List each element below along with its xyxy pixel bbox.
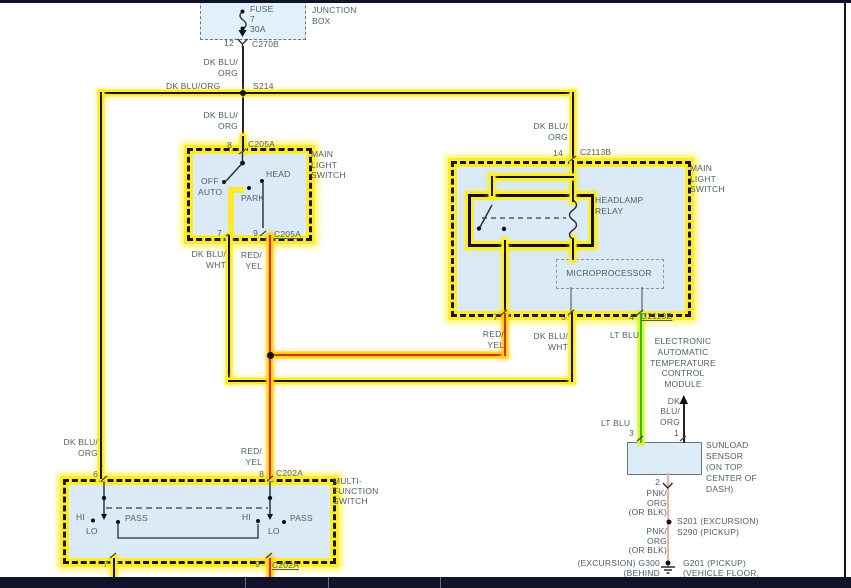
label-dkblu-org-sun: DK BLU/ ORG [660, 396, 680, 427]
mls-left-head: HEAD [266, 169, 291, 179]
wire-dkblu-org-main [100, 92, 574, 94]
pin-12: 12 [224, 38, 234, 48]
ground-g201-label: G201 (PICKUP) [683, 558, 747, 568]
wire-dkblu-org-to-c205a [242, 136, 244, 152]
mls-right-pin-b2: 5 [561, 312, 566, 322]
mfs-hi-right: HI [242, 512, 251, 522]
bottom-bar-separator [328, 577, 329, 588]
mfs-hi-left: HI [76, 512, 85, 522]
wire-red-yel-right-vert [504, 313, 506, 356]
mls-right-pin-top: 14 [553, 148, 563, 158]
mls-right-pin-b1: 7 [493, 312, 498, 322]
sunload-pin-3: 3 [629, 428, 634, 438]
fuse-number: 7 [250, 14, 255, 24]
mls-left-auto: AUTO [198, 187, 223, 197]
mfs-pin-t1: 6 [93, 469, 98, 479]
label-pnk-org-1: PNK/ ORG (OR BLK) [628, 488, 667, 518]
mfs-pin-t2: 8 [259, 469, 264, 479]
bottom-bar-separator [245, 577, 246, 588]
wire-mfs-pin9-out [269, 558, 271, 577]
sunload-pin-2: 2 [655, 477, 660, 487]
connector-c270b: C270B [252, 39, 279, 49]
splice-s290-label: S290 (PICKUP) [677, 527, 740, 537]
mls-left-off: OFF [201, 176, 219, 186]
fuse-label: FUSE [250, 4, 274, 14]
fuse-rating: 30A [250, 24, 266, 34]
mls-left-conn-top: C205A [248, 139, 275, 149]
connector-link-c202a[interactable]: C202A [272, 560, 299, 571]
label-dkblu-wht-1: DK BLU/ WHT [191, 249, 226, 270]
wire-relay-out-left [504, 240, 506, 313]
label-red-yel-1: RED/ YEL [240, 250, 262, 271]
label-dkblu-org-v1: DK BLU/ ORG [203, 57, 238, 78]
wire-relay-feed-vert [572, 160, 574, 202]
mls-left-pin-b2: 9 [253, 228, 258, 238]
connector-link-c205a[interactable]: C205A [274, 229, 301, 240]
mls-left-pin-b1: 7 [217, 228, 222, 238]
wire-relay-branch-v [491, 176, 493, 196]
wire-coil-to-micro [572, 238, 574, 260]
splice-s201-label: S201 (EXCURSION) [677, 516, 759, 526]
wiring-diagram-canvas: CENTRAL JUNCTION BOX FUSE 7 30A 12 C270B… [0, 0, 851, 588]
right-frame-line [844, 0, 846, 588]
sunload-sensor-label: SUNLOAD SENSOR (ON TOP CENTER OF DASH) [706, 440, 757, 494]
label-pnk-org-2: PNK/ ORG (OR BLK) [628, 526, 667, 556]
mls-left-title: MAIN LIGHT SWITCH [311, 149, 346, 180]
wire-s214-down [242, 96, 244, 137]
mls-left-pin-top: 8 [227, 140, 232, 150]
label-dkblu-org-v2: DK BLU/ ORG [203, 110, 238, 131]
wire-dkblu-org-left-vert [100, 92, 102, 479]
sunload-sensor-box [627, 442, 702, 475]
connector-link-c2113b[interactable]: C2113B [641, 311, 672, 322]
label-dkblu-org-right: DK BLU/ ORG [533, 121, 568, 142]
label-red-yel-2: RED/ YEL [482, 329, 504, 350]
sunload-pin-1: 1 [674, 428, 679, 438]
mfs-title: MULTI- FUNCTION SWITCH [333, 476, 379, 506]
mls-right-pin-b3: 4 [629, 312, 634, 322]
headlamp-relay-box [468, 194, 594, 247]
headlamp-relay-label: HEADLAMP RELAY [595, 195, 644, 216]
label-dkblu-wht-2: DK BLU/ WHT [533, 331, 568, 352]
mls-right-conn-top: C2113B [580, 147, 612, 157]
wire-pnk-org-ground [667, 473, 669, 568]
wire-mfs-pin7-out [113, 558, 115, 577]
wire-dkblu-wht-horiz [228, 380, 573, 382]
label-dkblu-org-left: DK BLU/ ORG [63, 437, 98, 458]
mls-left-park: PARK [241, 193, 265, 203]
mfs-pin-b2: 9 [255, 559, 260, 569]
wire-dkblu-wht-right-vert [571, 312, 573, 382]
wire-dkblu-org-to-c2113b [572, 92, 574, 160]
bottom-bar-separator [440, 577, 441, 588]
wire-relay-branch-h [491, 176, 574, 178]
label-red-yel-3: RED/ YEL [240, 446, 262, 467]
mfs-lo-right: LO [268, 526, 280, 536]
mfs-pass-right: PASS [290, 513, 313, 523]
label-lt-blu-2: LT BLU [601, 418, 631, 428]
top-frame-bar [0, 0, 851, 3]
mfs-conn-top: C202A [276, 468, 303, 478]
bottom-frame-bar [0, 577, 851, 588]
junction-red-yel-dot [266, 351, 274, 359]
junction-box-label: CENTRAL JUNCTION BOX [312, 0, 357, 26]
mfs-pin-b1: 7 [103, 559, 108, 569]
mls-right-title: MAIN LIGHT SWITCH [690, 163, 725, 194]
mfs-lo-left: LO [86, 526, 98, 536]
wire-fuse-to-s214 [242, 46, 244, 92]
mfs-pass-left: PASS [125, 513, 148, 523]
eatc-module-label: ELECTRONIC AUTOMATIC TEMPERATURE CONTROL… [650, 336, 716, 390]
microprocessor-label: MICROPROCESSOR [566, 268, 652, 278]
splice-s214-label: S214 [253, 81, 274, 91]
label-dkblu-org-h: DK BLU/ORG [166, 81, 221, 91]
splice-s214-dot [240, 90, 246, 96]
wire-dkblu-wht-left-vert [228, 235, 230, 382]
ground-g300-label: (EXCURSION) G300 [577, 558, 660, 568]
wire-red-yel-horiz [269, 354, 506, 356]
wire-dkblu-org-sunload [683, 403, 685, 443]
